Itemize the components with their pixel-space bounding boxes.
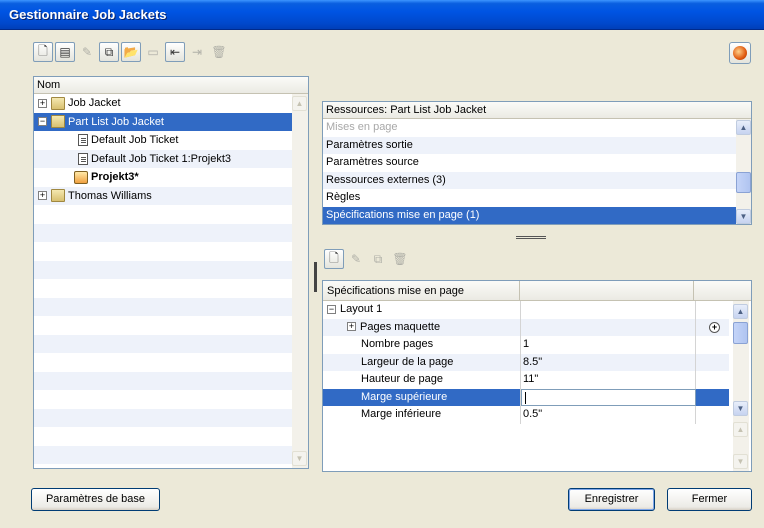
new-spec-icon[interactable]: 🗋 — [324, 249, 344, 269]
resource-item[interactable]: Ressources externes (3) — [323, 171, 736, 189]
job-jacket-tree[interactable]: Nom + Job Jacket − Part List Job Jacket De… — [33, 76, 309, 469]
project-icon — [74, 170, 88, 184]
help-icon — [733, 46, 747, 60]
spec-header-extra — [694, 281, 751, 300]
open-disabled-icon[interactable]: ▭ — [143, 42, 163, 62]
expand-icon[interactable]: + — [347, 322, 356, 332]
open-icon[interactable]: 📂 — [121, 42, 141, 62]
scroll-down-icon[interactable]: ▼ — [292, 451, 307, 466]
title-bar: Gestionnaire Job Jackets — [0, 0, 764, 30]
save-button[interactable]: Enregistrer — [568, 488, 655, 511]
close-button[interactable]: Fermer — [667, 488, 752, 511]
duplicate-icon[interactable]: ⧉ — [99, 42, 119, 62]
top-margin-input[interactable] — [521, 388, 696, 406]
job-jacket-icon — [51, 115, 65, 129]
spec-row-bottom-margin[interactable]: Marge inférieure 0.5" — [323, 406, 729, 424]
new-job-ticket-icon[interactable]: ▤ — [55, 42, 75, 62]
job-ticket-icon — [78, 134, 88, 147]
empty-row — [34, 427, 292, 446]
scroll-down-icon[interactable]: ▼ — [733, 401, 748, 416]
vertical-splitter[interactable] — [314, 262, 317, 292]
job-ticket-icon — [78, 152, 88, 165]
tree-item-default-job-ticket-1[interactable]: Default Job Ticket 1:Projekt3 — [34, 149, 292, 168]
empty-row — [34, 279, 292, 298]
add-circle-icon[interactable]: + — [709, 321, 720, 333]
job-jacket-icon — [51, 96, 65, 110]
resource-item[interactable]: Paramètres source — [323, 154, 736, 172]
empty-row — [34, 371, 292, 390]
empty-row — [34, 390, 292, 409]
base-settings-button[interactable]: Paramètres de base — [31, 488, 160, 511]
spec-row-layout[interactable]: − Layout 1 — [323, 301, 729, 319]
resource-item[interactable]: Règles — [323, 189, 736, 207]
help-button[interactable] — [729, 42, 751, 64]
resource-item[interactable]: Mises en page — [323, 119, 736, 137]
new-job-jacket-icon[interactable]: 🗋 — [33, 42, 53, 62]
layout-spec-table[interactable]: Spécifications mise en page − Layout 1 + P… — [322, 280, 752, 472]
collapse-icon[interactable]: − — [327, 304, 336, 314]
empty-row — [34, 297, 292, 316]
spec-header-value — [520, 281, 695, 300]
scroll-thumb[interactable] — [733, 322, 748, 344]
edit-icon[interactable]: ✎ — [346, 249, 366, 269]
empty-row — [34, 205, 292, 224]
spec-row-page-height[interactable]: Hauteur de page 11" — [323, 371, 729, 389]
scroll-thumb[interactable] — [736, 172, 751, 193]
empty-row — [34, 260, 292, 279]
tree-header: Nom — [34, 77, 308, 94]
scroll-up-icon[interactable]: ▲ — [736, 120, 751, 135]
empty-row — [34, 353, 292, 372]
tree-item-thomas-williams[interactable]: + Thomas Williams — [34, 186, 292, 205]
tree-item-default-job-ticket[interactable]: Default Job Ticket — [34, 131, 292, 150]
tree-item-part-list-job-jacket[interactable]: − Part List Job Jacket — [34, 112, 292, 131]
resources-scrollbar[interactable]: ▲ ▼ — [736, 119, 751, 224]
spec-row-top-margin[interactable]: Marge supérieure — [323, 388, 729, 406]
job-jacket-icon — [51, 189, 65, 203]
empty-row — [34, 334, 292, 353]
spec-toolbar: 🗋 ✎ ⧉ 🗑 — [324, 249, 410, 269]
spec-header-name: Spécifications mise en page — [323, 281, 521, 300]
scroll-up-icon[interactable]: ▲ — [733, 304, 748, 319]
import-icon[interactable]: ⇤ — [165, 42, 185, 62]
text-caret — [525, 391, 526, 404]
resources-header: Ressources: Part List Job Jacket — [323, 102, 751, 119]
spec-scrollbar[interactable]: ▲ ▼ ▲ ▼ — [733, 301, 749, 471]
scroll-down-icon[interactable]: ▼ — [736, 209, 751, 224]
window-title: Gestionnaire Job Jackets — [9, 7, 167, 22]
delete-icon[interactable]: 🗑 — [209, 42, 229, 62]
resource-item[interactable]: Spécifications mise en page (1) — [323, 206, 736, 224]
delete-icon[interactable]: 🗑 — [390, 249, 410, 269]
horizontal-splitter[interactable] — [516, 236, 546, 239]
spec-row-page-count[interactable]: Nombre pages 1 — [323, 336, 729, 354]
duplicate-icon[interactable]: ⧉ — [368, 249, 388, 269]
empty-row — [34, 316, 292, 335]
edit-icon[interactable]: ✎ — [77, 42, 97, 62]
spec-row-master-pages[interactable]: + Pages maquette + — [323, 318, 729, 336]
tree-item-job-jacket[interactable]: + Job Jacket — [34, 94, 292, 113]
empty-row — [34, 445, 292, 464]
empty-row — [34, 408, 292, 427]
empty-row — [34, 223, 292, 242]
tree-scrollbar[interactable]: ▲ ▼ — [292, 94, 308, 468]
scroll-up-icon[interactable]: ▲ — [292, 96, 307, 111]
scroll-up-icon[interactable]: ▲ — [733, 422, 748, 437]
resource-item[interactable]: Paramètres sortie — [323, 136, 736, 154]
export-icon[interactable]: ⇥ — [187, 42, 207, 62]
expand-icon[interactable]: + — [38, 191, 47, 201]
tree-item-projekt3[interactable]: Projekt3* — [34, 168, 292, 187]
spec-row-page-width[interactable]: Largeur de la page 8.5" — [323, 353, 729, 371]
resources-list[interactable]: Ressources: Part List Job Jacket Mises e… — [322, 101, 752, 225]
spec-header: Spécifications mise en page — [323, 281, 751, 301]
expand-icon[interactable]: + — [38, 98, 47, 108]
main-toolbar: 🗋 ▤ ✎ ⧉ 📂 ▭ ⇤ ⇥ 🗑 — [33, 42, 229, 62]
collapse-icon[interactable]: − — [38, 117, 47, 127]
scroll-down-icon[interactable]: ▼ — [733, 454, 748, 469]
empty-row — [34, 242, 292, 261]
